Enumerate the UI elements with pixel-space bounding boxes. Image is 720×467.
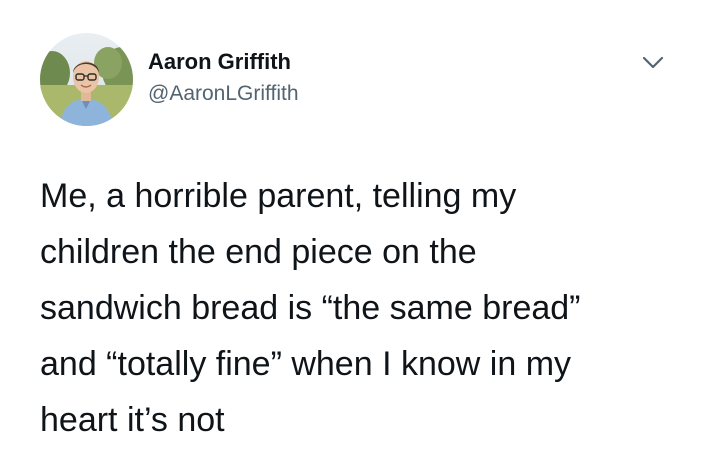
tweet-text: Me, a horrible parent, telling my childr… [40, 168, 700, 448]
tweet-line: heart it’s not [40, 401, 225, 439]
tweet-line: sandwich bread is “the same bread” [40, 289, 581, 327]
author-handle[interactable]: @AaronLGriffith [148, 80, 299, 108]
tweet-line: Me, a horrible parent, telling my [40, 177, 517, 215]
avatar[interactable] [40, 33, 133, 126]
chevron-down-icon[interactable] [638, 50, 668, 76]
author-display-name[interactable]: Aaron Griffith [148, 48, 299, 76]
author-info: Aaron Griffith @AaronLGriffith [148, 48, 299, 108]
tweet-line: children the end piece on the [40, 233, 477, 271]
tweet-card: Aaron Griffith @AaronLGriffith Me, a hor… [0, 0, 720, 467]
profile-photo [40, 33, 133, 126]
tweet-line: and “totally fine” when I know in my [40, 345, 572, 383]
